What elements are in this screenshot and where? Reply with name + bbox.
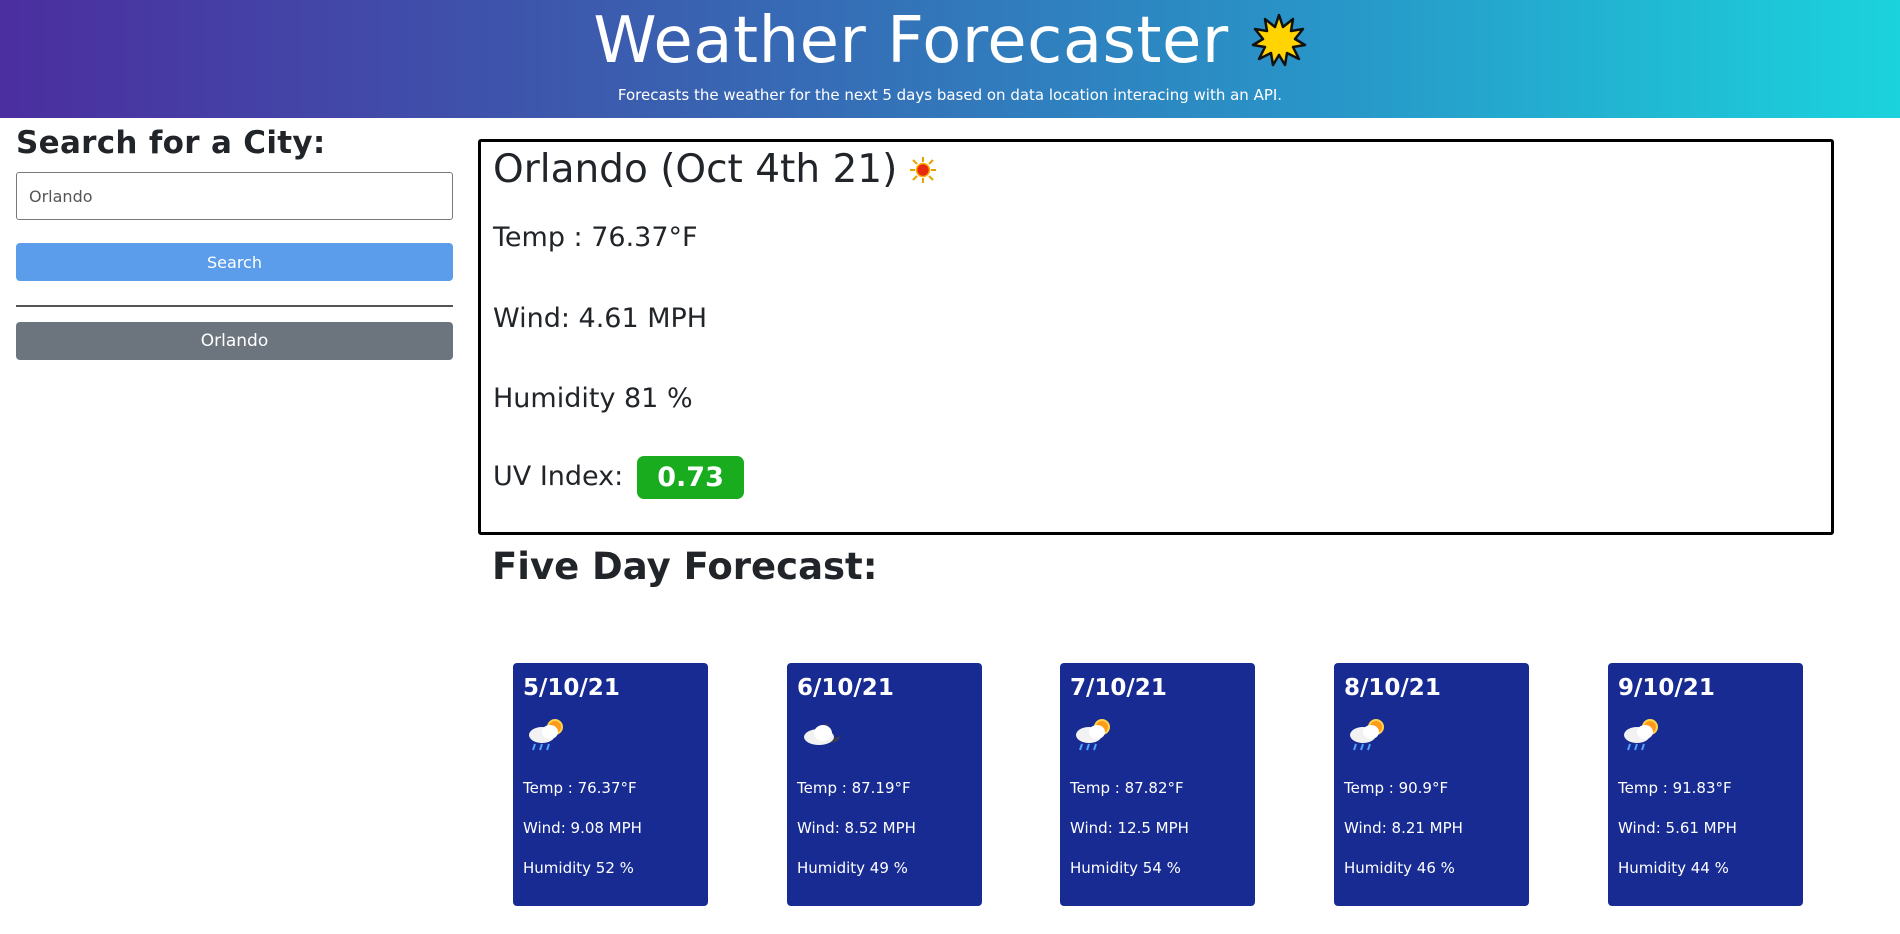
- forecast-humidity: Humidity 52 %: [523, 859, 634, 877]
- title-row: Weather Forecaster: [0, 6, 1900, 76]
- sun-icon: [910, 156, 937, 183]
- forecast-wind: Wind: 8.52 MPH: [797, 819, 916, 837]
- forecast-humidity: Humidity 44 %: [1618, 859, 1729, 877]
- rain-sun-icon: [1076, 719, 1110, 751]
- history-city-button[interactable]: Orlando: [16, 322, 453, 360]
- app-title: Weather Forecaster: [593, 4, 1229, 78]
- app-header: Weather Forecaster Forecasts the weather…: [0, 0, 1900, 118]
- uv-row: UV Index: 0.73: [493, 456, 744, 499]
- forecast-card: 7/10/21 Temp : 87.82°F Wind: 12.5 MPH Hu…: [1060, 663, 1255, 906]
- forecast-humidity: Humidity 49 %: [797, 859, 908, 877]
- rain-sun-icon: [1624, 719, 1658, 751]
- forecast-temp: Temp : 91.83°F: [1618, 779, 1732, 797]
- current-heading-row: Orlando (Oct 4th 21): [493, 147, 937, 192]
- city-search-input[interactable]: [16, 172, 453, 220]
- current-weather-panel: Orlando (Oct 4th 21) Temp : 76.37°F Wind…: [478, 139, 1834, 535]
- forecast-date: 5/10/21: [523, 675, 620, 701]
- rain-sun-icon: [1350, 719, 1384, 751]
- forecast-wind: Wind: 5.61 MPH: [1618, 819, 1737, 837]
- forecast-card: 5/10/21 Temp : 76.37°F Wind: 9.08 MPH Hu…: [513, 663, 708, 906]
- five-day-title: Five Day Forecast:: [492, 545, 878, 588]
- forecast-card: 9/10/21 Temp : 91.83°F Wind: 5.61 MPH Hu…: [1608, 663, 1803, 906]
- sun-icon: [1251, 13, 1306, 67]
- forecast-card: 8/10/21 Temp : 90.9°F Wind: 8.21 MPH Hum…: [1334, 663, 1529, 906]
- forecast-temp: Temp : 90.9°F: [1344, 779, 1449, 797]
- current-temp: Temp : 76.37°F: [493, 222, 698, 253]
- forecast-card: 6/10/21 Temp : 87.19°F Wind: 8.52 MPH Hu…: [787, 663, 982, 906]
- forecast-wind: Wind: 8.21 MPH: [1344, 819, 1463, 837]
- app-subtitle: Forecasts the weather for the next 5 day…: [617, 86, 1283, 104]
- cloud-moon-icon: [804, 723, 841, 745]
- search-button[interactable]: Search: [16, 243, 453, 281]
- forecast-date: 8/10/21: [1344, 675, 1441, 701]
- forecast-date: 7/10/21: [1070, 675, 1167, 701]
- forecast-temp: Temp : 76.37°F: [523, 779, 637, 797]
- uv-index-badge: 0.73: [637, 456, 744, 499]
- search-sidebar: Search for a City: Search Orlando: [16, 122, 453, 360]
- forecast-wind: Wind: 9.08 MPH: [523, 819, 642, 837]
- rain-sun-icon: [529, 719, 563, 751]
- uv-label: UV Index:: [493, 461, 624, 492]
- forecast-humidity: Humidity 46 %: [1344, 859, 1455, 877]
- forecast-humidity: Humidity 54 %: [1070, 859, 1181, 877]
- forecast-date: 9/10/21: [1618, 675, 1715, 701]
- sidebar-divider: [16, 305, 453, 307]
- forecast-temp: Temp : 87.19°F: [797, 779, 911, 797]
- current-humidity: Humidity 81 %: [493, 383, 693, 414]
- forecast-date: 6/10/21: [797, 675, 894, 701]
- current-wind: Wind: 4.61 MPH: [493, 303, 708, 334]
- current-city-heading: Orlando (Oct 4th 21): [493, 147, 898, 192]
- search-heading: Search for a City:: [16, 125, 326, 161]
- forecast-temp: Temp : 87.82°F: [1070, 779, 1184, 797]
- forecast-wind: Wind: 12.5 MPH: [1070, 819, 1189, 837]
